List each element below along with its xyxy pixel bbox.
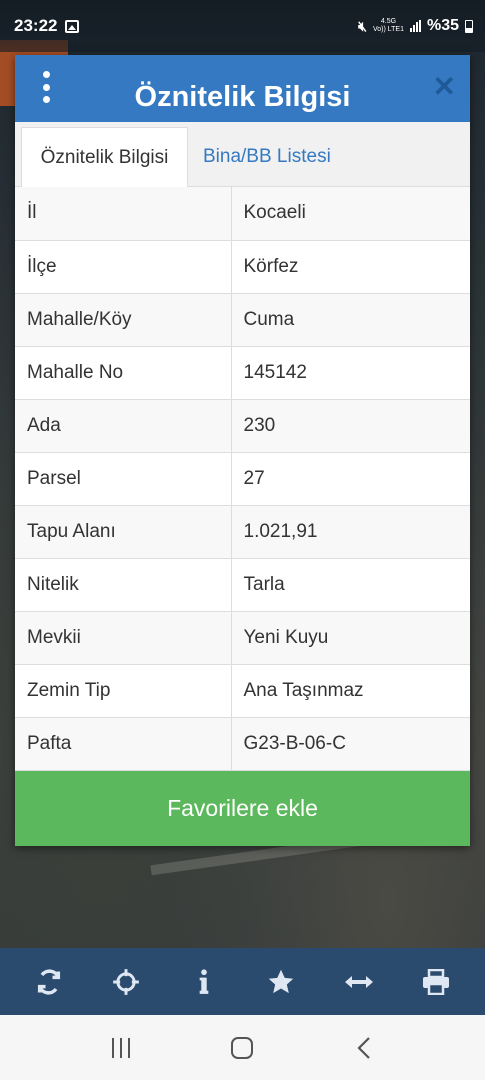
refresh-icon[interactable] <box>29 962 69 1002</box>
add-favorite-button[interactable]: Favorilere ekle <box>15 771 470 846</box>
network-gen: 4.5G <box>380 18 397 25</box>
status-time: 23:22 <box>14 16 58 35</box>
row-key: Nitelik <box>15 558 232 612</box>
gallery-icon <box>65 19 80 33</box>
attribute-dialog: Öznitelik Bilgisi ✕ Öznitelik Bilgisi Bi… <box>15 55 470 846</box>
tab-bar: Öznitelik Bilgisi Bina/BB Listesi <box>15 122 470 187</box>
table-row: Zemin Tip Ana Taşınmaz <box>15 664 470 718</box>
table-row: Ada 230 <box>15 399 470 453</box>
status-bar: 23:22 🔇︎ 4.5G Vo)) LTE1 %35 <box>0 0 485 52</box>
table-row: Tapu Alanı 1.021,91 <box>15 505 470 559</box>
map-toolbar <box>0 948 485 1015</box>
row-key: Mahalle/Köy <box>15 293 232 347</box>
tab-attribute-info[interactable]: Öznitelik Bilgisi <box>21 127 188 187</box>
horizontal-arrows-icon[interactable] <box>339 962 379 1002</box>
more-vert-icon[interactable] <box>39 71 53 103</box>
row-value: Körfez <box>231 240 470 294</box>
table-row: Mevkii Yeni Kuyu <box>15 611 470 665</box>
row-value: G23-B-06-C <box>231 717 470 771</box>
row-value: Ana Taşınmaz <box>231 664 470 718</box>
table-row: Mahalle/Köy Cuma <box>15 293 470 347</box>
row-value: Kocaeli <box>231 187 470 241</box>
row-value: 230 <box>231 399 470 453</box>
status-right: 🔇︎ 4.5G Vo)) LTE1 %35 <box>358 17 473 35</box>
table-row: İlçe Körfez <box>15 240 470 294</box>
tab-building-list[interactable]: Bina/BB Listesi <box>203 127 331 187</box>
table-row: İl Kocaeli <box>15 187 470 241</box>
row-value: 27 <box>231 452 470 506</box>
battery-icon <box>465 19 473 33</box>
table-row: Pafta G23-B-06-C <box>15 717 470 771</box>
table-row: Parsel 27 <box>15 452 470 506</box>
close-icon[interactable]: ✕ <box>433 73 456 101</box>
row-key: Mevkii <box>15 611 232 665</box>
battery-percent: %35 <box>426 17 459 34</box>
system-nav-bar <box>0 1015 485 1080</box>
home-button[interactable] <box>222 1028 262 1068</box>
row-key: Parsel <box>15 452 232 506</box>
table-row: Nitelik Tarla <box>15 558 470 612</box>
row-key: Ada <box>15 399 232 453</box>
row-key: Mahalle No <box>15 346 232 400</box>
lte-indicator: 4.5G Vo)) LTE1 <box>373 18 404 34</box>
row-value: 145142 <box>231 346 470 400</box>
info-icon[interactable] <box>184 962 224 1002</box>
dialog-header: Öznitelik Bilgisi ✕ <box>15 55 470 122</box>
recent-apps-button[interactable] <box>101 1028 141 1068</box>
row-value: Cuma <box>231 293 470 347</box>
attribute-table: İl Kocaeli İlçe Körfez Mahalle/Köy Cuma Mah… <box>15 187 470 771</box>
row-key: Tapu Alanı <box>15 505 232 559</box>
row-key: İlçe <box>15 240 232 294</box>
dialog-title: Öznitelik Bilgisi <box>134 81 351 113</box>
print-icon[interactable] <box>416 962 456 1002</box>
row-key: Zemin Tip <box>15 664 232 718</box>
row-value: 1.021,91 <box>231 505 470 559</box>
status-left: 23:22 <box>14 16 80 36</box>
table-row: Mahalle No 145142 <box>15 346 470 400</box>
crosshair-icon[interactable] <box>106 962 146 1002</box>
signal-icon <box>409 20 421 32</box>
row-key: Pafta <box>15 717 232 771</box>
network-label: Vo)) LTE1 <box>372 26 404 33</box>
row-value: Tarla <box>231 558 470 612</box>
mute-icon: 🔇︎ <box>358 17 367 34</box>
back-button[interactable] <box>344 1028 384 1068</box>
row-key: İl <box>15 187 232 241</box>
star-icon[interactable] <box>261 962 301 1002</box>
row-value: Yeni Kuyu <box>231 611 470 665</box>
